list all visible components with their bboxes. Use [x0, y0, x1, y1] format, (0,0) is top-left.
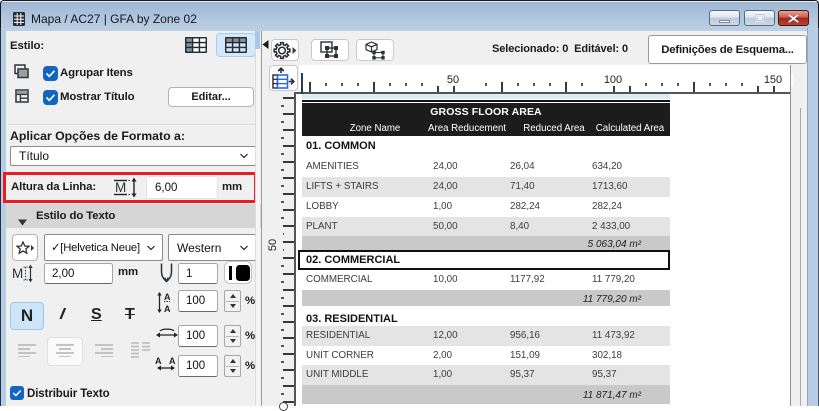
svg-text:A: A — [164, 304, 171, 313]
svg-text:M: M — [115, 180, 126, 195]
svg-text:A: A — [155, 356, 162, 366]
svg-text:M: M — [12, 266, 23, 281]
svg-text:A: A — [164, 292, 171, 302]
svg-text:A: A — [169, 356, 176, 366]
